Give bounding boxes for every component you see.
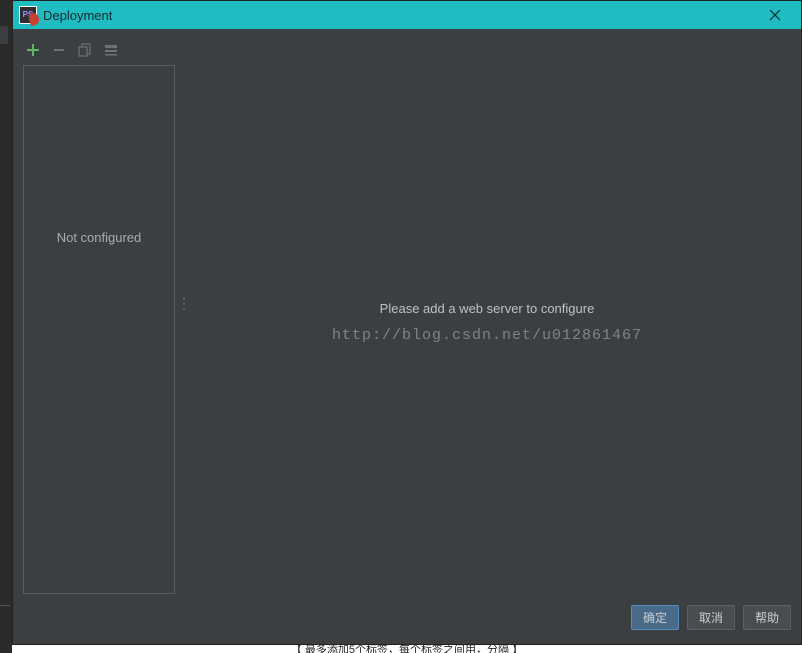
content-area: Not configured ⋮ Please add a web server… bbox=[23, 39, 791, 594]
dialog-body: Not configured ⋮ Please add a web server… bbox=[13, 29, 801, 644]
close-button[interactable] bbox=[755, 1, 795, 29]
parent-window-footer-fragment: 【 最多添加5个标签，每个标签之间用，分隔 】 bbox=[12, 645, 802, 653]
phpstorm-icon: PS bbox=[19, 6, 37, 24]
main-panel: ⋮ Please add a web server to configure h… bbox=[183, 39, 791, 594]
plus-icon bbox=[26, 43, 40, 57]
ok-button[interactable]: 确定 bbox=[631, 605, 679, 630]
titlebar[interactable]: PS Deployment bbox=[13, 1, 801, 29]
parent-divider-fragment bbox=[0, 605, 10, 606]
set-default-button bbox=[103, 42, 119, 58]
dialog-footer: 确定 取消 帮助 bbox=[23, 594, 791, 634]
set-default-icon bbox=[104, 43, 118, 57]
close-icon bbox=[769, 9, 781, 21]
deployment-dialog: PS Deployment bbox=[12, 0, 802, 645]
window-title: Deployment bbox=[43, 8, 112, 23]
remove-server-button bbox=[51, 42, 67, 58]
help-button[interactable]: 帮助 bbox=[743, 605, 791, 630]
copy-icon bbox=[78, 43, 92, 57]
splitter-handle[interactable]: ⋮ bbox=[177, 301, 182, 323]
parent-footer-text: 【 最多添加5个标签，每个标签之间用，分隔 】 bbox=[291, 645, 523, 653]
parent-window-edge bbox=[0, 0, 12, 653]
placeholder-message: Please add a web server to configure bbox=[183, 301, 791, 316]
sidebar: Not configured bbox=[23, 39, 175, 594]
watermark-text: http://blog.csdn.net/u012861467 bbox=[183, 327, 791, 344]
server-list[interactable]: Not configured bbox=[23, 65, 175, 594]
cancel-button[interactable]: 取消 bbox=[687, 605, 735, 630]
empty-list-label: Not configured bbox=[24, 230, 174, 245]
copy-server-button bbox=[77, 42, 93, 58]
sidebar-toolbar bbox=[23, 39, 175, 61]
minus-icon bbox=[52, 43, 66, 57]
parent-tab-fragment bbox=[0, 26, 8, 44]
add-server-button[interactable] bbox=[25, 42, 41, 58]
